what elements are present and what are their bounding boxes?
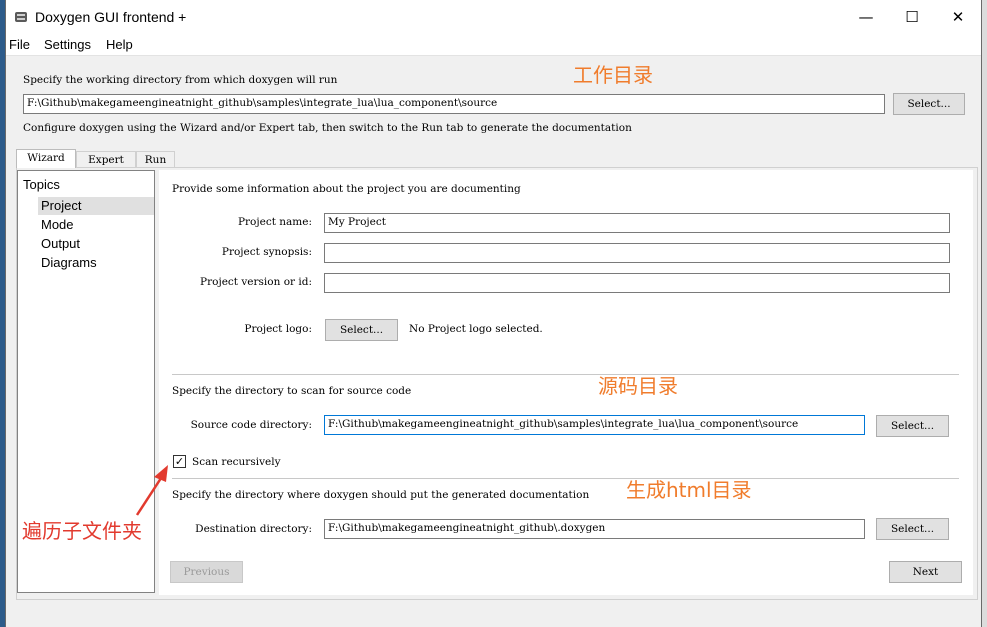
desktop-edge-right: [982, 0, 987, 627]
project-version-input[interactable]: [324, 273, 950, 293]
menu-bar: File Settings Help: [6, 34, 981, 56]
annotation-source-dir: 源码目录: [598, 374, 678, 398]
project-version-label: Project version or id:: [200, 276, 312, 288]
destination-dir-input[interactable]: F:\Github\makegameengineatnight_github\.…: [324, 519, 865, 539]
project-logo-select-button[interactable]: Select...: [325, 319, 398, 341]
topic-diagrams[interactable]: Diagrams: [38, 254, 154, 272]
destination-intro: Specify the directory where doxygen shou…: [172, 489, 590, 501]
maximize-icon[interactable]: ☐: [889, 0, 935, 34]
destination-dir-label: Destination directory:: [195, 523, 312, 535]
topics-heading: Topics: [23, 177, 60, 192]
minimize-icon[interactable]: —: [843, 0, 889, 34]
tab-run[interactable]: Run: [136, 151, 175, 168]
project-name-label: Project name:: [237, 216, 312, 228]
source-intro: Specify the directory to scan for source…: [172, 385, 412, 397]
title-bar: Doxygen GUI frontend + — ☐ ✕: [6, 0, 981, 34]
working-dir-label: Specify the working directory from which…: [23, 74, 338, 86]
window-title: Doxygen GUI frontend +: [35, 9, 187, 25]
project-intro: Provide some information about the proje…: [172, 183, 521, 195]
annotation-arrow-icon: [135, 465, 168, 516]
doxygen-window: Doxygen GUI frontend + — ☐ ✕ File Settin…: [5, 0, 982, 627]
project-logo-label: Project logo:: [244, 323, 312, 335]
annotation-working-dir: 工作目录: [573, 63, 653, 87]
wizard-hint: Configure doxygen using the Wizard and/o…: [23, 122, 632, 134]
menu-file[interactable]: File: [9, 37, 30, 52]
project-name-input[interactable]: My Project: [324, 213, 950, 233]
separator: [172, 478, 959, 479]
menu-help[interactable]: Help: [106, 37, 133, 52]
topic-output[interactable]: Output: [38, 235, 154, 253]
annotation-recursive: 遍历子文件夹: [22, 519, 142, 543]
separator: [172, 374, 959, 375]
doxygen-app-icon: [15, 12, 27, 22]
project-page: Provide some information about the proje…: [159, 170, 973, 595]
source-dir-select-button[interactable]: Select...: [876, 415, 949, 437]
scan-recursively-label: Scan recursively: [192, 456, 281, 468]
project-synopsis-input[interactable]: [324, 243, 950, 263]
source-dir-input[interactable]: F:\Github\makegameengineatnight_github\s…: [324, 415, 865, 435]
close-icon[interactable]: ✕: [935, 0, 981, 34]
destination-dir-select-button[interactable]: Select...: [876, 518, 949, 540]
tab-expert[interactable]: Expert: [76, 151, 136, 168]
next-button[interactable]: Next: [889, 561, 962, 583]
project-logo-status: No Project logo selected.: [409, 323, 543, 335]
tab-wizard[interactable]: Wizard: [16, 149, 76, 168]
topic-project[interactable]: Project: [38, 197, 154, 215]
working-dir-select-button[interactable]: Select...: [893, 93, 965, 115]
working-dir-input[interactable]: F:\Github\makegameengineatnight_github\s…: [23, 94, 885, 114]
source-dir-label: Source code directory:: [190, 419, 312, 431]
menu-settings[interactable]: Settings: [44, 37, 91, 52]
previous-button[interactable]: Previous: [170, 561, 243, 583]
topic-mode[interactable]: Mode: [38, 216, 154, 234]
annotation-html-dir: 生成html目录: [626, 478, 752, 502]
project-synopsis-label: Project synopsis:: [221, 246, 312, 258]
